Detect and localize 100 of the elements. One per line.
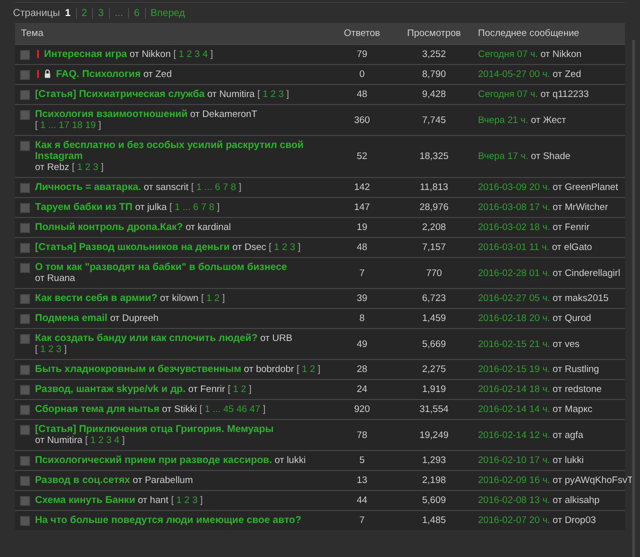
last-post-time[interactable]: 2016-02-10 17 ч. <box>478 455 550 466</box>
checkbox[interactable] <box>20 476 30 486</box>
checkbox[interactable] <box>20 141 30 151</box>
page-link[interactable]: 1 <box>206 293 212 304</box>
page-link[interactable]: 4 <box>202 49 208 60</box>
page-link[interactable]: 1 <box>90 435 96 446</box>
last-post-time[interactable]: 2016-03-01 11 ч. <box>478 242 550 253</box>
topic-link[interactable]: [Статья] Психиатрическая служба <box>35 89 205 100</box>
checkbox[interactable] <box>20 456 30 466</box>
page-link[interactable]: 46 <box>236 404 248 415</box>
page-link[interactable]: 1 <box>176 495 182 506</box>
page-link[interactable]: 2 <box>82 8 88 18</box>
last-post-time[interactable]: 2014-05-27 00 ч. <box>478 69 550 80</box>
page-link[interactable]: 1 <box>64 8 71 18</box>
page-link[interactable]: 3 <box>194 49 200 60</box>
topic-link[interactable]: Развод в соц.сетях <box>35 475 130 486</box>
page-link[interactable]: 1 <box>204 404 210 415</box>
last-post-time[interactable]: 2016-03-09 20 ч. <box>478 182 550 193</box>
page-link[interactable]: 1 <box>262 89 268 100</box>
page-link[interactable]: ... <box>204 182 212 193</box>
topic-link[interactable]: Быть хладнокровным и безчувственным <box>35 364 242 375</box>
last-post-time[interactable]: 2016-02-18 20 ч. <box>478 313 550 324</box>
topic-link[interactable]: Развод, шантаж skype/vk и др. <box>35 384 186 395</box>
page-link[interactable]: 8 <box>230 182 236 193</box>
checkbox[interactable] <box>20 425 30 435</box>
checkbox[interactable] <box>20 365 30 375</box>
page-link[interactable]: 45 <box>223 404 234 415</box>
topic-link[interactable]: Психологический прием при разводе кассиров. <box>35 455 272 466</box>
topic-link[interactable]: О том как "разводят на бабки" в большом бизнесе <box>35 262 287 273</box>
next-link[interactable]: Вперед <box>150 8 185 18</box>
last-post-time[interactable]: 2016-03-08 17 ч. <box>478 202 550 213</box>
topic-link[interactable]: Как создать банду или как сплочить людей? <box>35 333 258 344</box>
page-link[interactable]: 1 <box>196 182 202 193</box>
page-link[interactable]: 1 <box>274 242 280 253</box>
checkbox[interactable] <box>20 203 30 213</box>
last-post-time[interactable]: 2016-02-28 01 ч. <box>478 268 550 278</box>
topic-link[interactable]: Интересная игра <box>44 49 127 60</box>
page-link[interactable]: 7 <box>201 202 206 213</box>
topic-link[interactable]: [Статья] Приключения отца Григория. Мемуары <box>35 424 274 435</box>
checkbox[interactable] <box>20 496 30 506</box>
checkbox[interactable] <box>20 70 30 80</box>
page-link[interactable]: 47 <box>250 404 260 415</box>
page-link[interactable]: 8 <box>209 202 214 213</box>
topic-link[interactable]: Схема кинуть Банки <box>35 495 136 506</box>
page-link[interactable]: 2 <box>310 364 316 375</box>
checkbox[interactable] <box>20 314 30 324</box>
last-post-time[interactable]: Сегодня 07 ч. <box>478 49 538 60</box>
page-link[interactable]: ... <box>212 404 221 415</box>
page-link[interactable]: 2 <box>270 89 276 100</box>
page-link[interactable]: 3 <box>106 435 112 446</box>
page-link[interactable]: 1 <box>40 120 46 131</box>
last-post-time[interactable]: 2016-02-14 18 ч. <box>478 384 550 395</box>
page-link[interactable]: ... <box>182 202 191 213</box>
topic-link[interactable]: Сборная тема для нытья <box>35 404 160 415</box>
last-post-time[interactable]: 2016-02-09 16 ч. <box>478 475 550 486</box>
page-link[interactable]: 3 <box>278 89 284 100</box>
page-link[interactable]: 1 <box>302 364 308 375</box>
page-link[interactable]: 1 <box>178 49 184 60</box>
page-link[interactable]: 2 <box>214 293 220 304</box>
topic-link[interactable]: Таруем бабки из ТП <box>35 202 132 213</box>
last-post-time[interactable]: 2016-02-15 19 ч. <box>478 364 550 375</box>
checkbox[interactable] <box>20 294 30 304</box>
page-link[interactable]: 6 <box>214 182 220 193</box>
checkbox[interactable] <box>20 90 30 100</box>
checkbox[interactable] <box>20 50 30 60</box>
page-link[interactable]: 3 <box>56 344 62 355</box>
page-link[interactable]: 6 <box>134 8 140 18</box>
page-link[interactable]: 2 <box>186 49 192 60</box>
checkbox[interactable] <box>20 223 30 233</box>
page-link[interactable]: 4 <box>114 435 120 446</box>
page-link[interactable]: 18 <box>72 120 83 131</box>
page-link[interactable]: 17 <box>58 120 70 131</box>
last-post-time[interactable]: 2016-02-14 12 ч. <box>478 430 550 440</box>
page-link[interactable]: 2 <box>48 344 54 355</box>
checkbox[interactable] <box>20 385 30 395</box>
last-post-time[interactable]: 2016-02-14 14 ч. <box>478 404 550 415</box>
page-link[interactable]: 1 <box>174 202 180 213</box>
page-link[interactable]: 3 <box>93 162 98 173</box>
checkbox[interactable] <box>20 405 30 415</box>
page-link[interactable]: 3 <box>192 495 198 506</box>
last-post-time[interactable]: 2016-02-07 20 ч. <box>478 515 550 526</box>
topic-link[interactable]: [Статья] Развод школьников на деньги <box>35 242 230 253</box>
page-link[interactable]: 1 <box>40 344 46 355</box>
last-post-time[interactable]: 2016-03-02 18 ч. <box>478 222 550 233</box>
last-post-time[interactable]: 2016-02-08 13 ч. <box>478 495 550 506</box>
topic-link[interactable]: Подмена email <box>35 313 108 324</box>
page-link[interactable]: 2 <box>85 162 90 173</box>
last-post-time[interactable]: Вчера 17 ч. <box>478 151 528 162</box>
page-link[interactable]: 7 <box>222 182 228 193</box>
topic-link[interactable]: Психология взаимоотношений <box>35 109 188 120</box>
checkbox[interactable] <box>20 516 30 526</box>
page-link[interactable]: 2 <box>98 435 104 446</box>
page-link[interactable]: 2 <box>184 495 190 506</box>
last-post-time[interactable]: Вчера 21 ч. <box>478 114 528 126</box>
topic-link[interactable]: Как вести себя в армии? <box>35 293 158 304</box>
page-link[interactable]: 2 <box>240 384 246 395</box>
last-post-time[interactable]: Сегодня 07 ч. <box>478 89 538 100</box>
page-link[interactable]: 6 <box>193 202 198 213</box>
checkbox[interactable] <box>20 243 30 253</box>
last-post-time[interactable]: 2016-02-15 21 ч. <box>478 338 550 350</box>
